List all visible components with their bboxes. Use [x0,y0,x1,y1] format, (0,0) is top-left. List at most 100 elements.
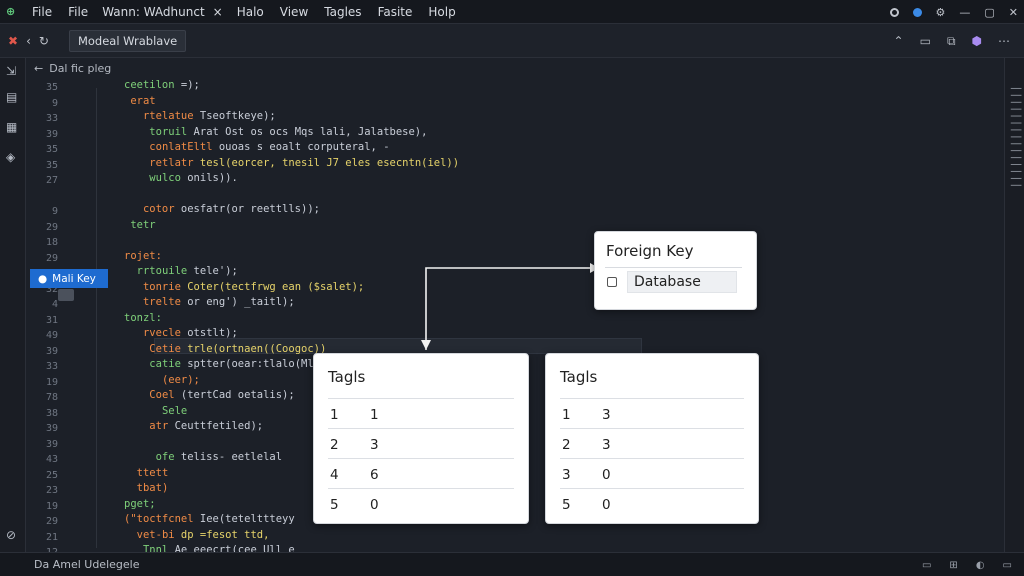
cell-id: 2 [562,437,571,453]
breadcrumb-arrow-icon: ← [34,62,44,75]
minimize-icon[interactable]: — [959,6,970,19]
code-line: trelte or eng') _taitl); [142,296,295,308]
toolbar-right: ⌃ ▭ ⧉ ⬢ ⋯ [894,24,1010,58]
extension-icon[interactable]: ⬢ [972,34,982,48]
database-checkbox[interactable] [607,277,617,287]
line-number: 19 [45,500,58,512]
code-line: conlatEltl ouoas s eoalt corputeral, - [149,141,390,153]
run-icon[interactable]: ✖ [8,34,18,48]
globe-icon[interactable] [912,7,922,17]
line-number: 31 [45,314,58,326]
code-line: toruil Arat Ost os ocs Mqs lali, Jalatbe… [149,125,428,138]
close-window-icon[interactable]: ✕ [1009,6,1018,19]
split-icon[interactable]: ⧉ [947,34,956,49]
menu-file-1[interactable]: File [24,5,60,19]
foreign-key-title: Foreign Key [606,242,694,260]
menu-bar: ⊕ File File Wann: WAdhunct × Halo View T… [0,0,1024,24]
status-icon-1[interactable]: ▭ [922,560,931,571]
line-number: 78 [45,392,58,403]
code-line: erat [130,94,156,107]
cell-id: 1 [562,407,571,423]
minimap-strip: ▏▏▏▏▏▏▏▏▏▏▏▏▏▏▏ [1010,88,1020,192]
breadcrumb[interactable]: ← Dal fic pleg [34,62,111,75]
menu-fasite[interactable]: Fasite [370,5,421,19]
breadcrumb-label: Dal fic pleg [49,62,112,75]
line-number: 35 [45,159,58,171]
database-icon[interactable]: ▦ [6,120,17,134]
line-number: 29 [45,221,58,233]
highlight-dot-icon: ● [38,272,48,285]
line-number: 29 [45,516,58,527]
menu-holp[interactable]: Holp [420,5,463,19]
vertical-scrollbar[interactable]: ▏▏▏▏▏▏▏▏▏▏▏▏▏▏▏ [1004,58,1024,552]
cell-id: 5 [562,497,571,513]
table-row[interactable]: 23 [560,428,744,458]
line-number: 27 [45,175,58,186]
table-row[interactable]: 11 [328,398,514,428]
status-bar: Da Amel Udelegele ▭ ⊞ ◐ ▭ [0,552,1024,576]
status-icon-2[interactable]: ⊞ [949,560,957,571]
highlight-label-text: Mali Key [52,272,96,285]
database-option[interactable]: Database [627,271,737,293]
refresh-icon[interactable]: ↻ [39,34,49,48]
cell-id: 5 [330,497,339,513]
menu-halo[interactable]: Halo [229,5,272,19]
window-controls: ⚙ — ▢ ✕ [889,0,1018,24]
line-number: 39 [45,345,58,357]
tags-table-right[interactable]: Tagls 13233050 [545,353,759,524]
window-tab[interactable]: Wann: WAdhunct × [96,5,229,19]
cell-value: 3 [370,437,379,453]
menu-view[interactable]: View [272,5,316,19]
menu-file-2[interactable]: File [60,5,96,19]
more-icon[interactable]: ⋯ [998,34,1010,48]
line-number: 39 [45,423,58,434]
file-tab-label: Modeal Wrablave [77,33,178,48]
tags-table-left[interactable]: Tagls 11234650 [313,353,529,524]
tags-right-title: Tagls [560,368,598,386]
cell-id: 3 [562,467,571,483]
line-number: 25 [45,469,58,481]
cell-id: 1 [330,407,339,423]
settings-icon[interactable]: ⚙ [936,6,946,19]
code-line: rvecle otstlt); [142,327,238,339]
card-divider [605,267,742,268]
files-icon[interactable]: ▤ [6,90,17,104]
cell-value: 3 [602,437,611,453]
cell-value: 3 [602,407,611,423]
highlight-label[interactable]: ● Mali Key [30,269,108,288]
window-tab-title: Wann: WAdhunct [102,4,205,19]
toolbar: ✖ ‹ ↻ Modeal Wrablave ⌃ ▭ ⧉ ⬢ ⋯ [0,24,1024,58]
line-number: 9 [51,206,58,217]
table-row[interactable]: 50 [328,488,514,518]
table-row[interactable]: 13 [560,398,744,428]
table-row[interactable]: 30 [560,458,744,488]
line-number: 9 [51,97,58,109]
status-icon-4[interactable]: ▭ [1003,560,1012,571]
close-icon[interactable]: × [213,5,223,19]
table-row[interactable]: 23 [328,428,514,458]
table-row[interactable]: 46 [328,458,514,488]
file-tab[interactable]: Modeal Wrablave [68,29,187,52]
menu-tagles[interactable]: Tagles [316,5,369,19]
status-icon-3[interactable]: ◐ [976,560,985,571]
code-line: wulco onils)). [149,172,238,184]
fold-guide [96,88,97,548]
table-row[interactable]: 50 [560,488,744,518]
cell-value: 0 [370,497,379,513]
back-icon[interactable]: ‹ [26,34,31,48]
tags-left-title: Tagls [328,368,366,386]
panel-icon[interactable]: ▭ [920,34,931,48]
foreign-key-card[interactable]: Foreign Key Database [594,231,757,310]
line-number [26,189,68,205]
collapse-icon[interactable]: ⌃ [894,34,904,48]
account-icon[interactable]: ⊘ [6,528,16,542]
debug-icon[interactable]: ◈ [6,150,15,164]
code-line: tonrie Coter(tectfrwg ean ($salet); [142,280,365,293]
explorer-icon[interactable]: ⇲ [6,64,16,78]
status-right: ▭ ⊞ ◐ ▭ [922,553,1012,576]
record-icon[interactable] [889,7,899,17]
maximize-icon[interactable]: ▢ [984,6,994,19]
highlight-chip[interactable] [58,289,74,301]
status-text: Da Amel Udelegele [34,558,140,571]
